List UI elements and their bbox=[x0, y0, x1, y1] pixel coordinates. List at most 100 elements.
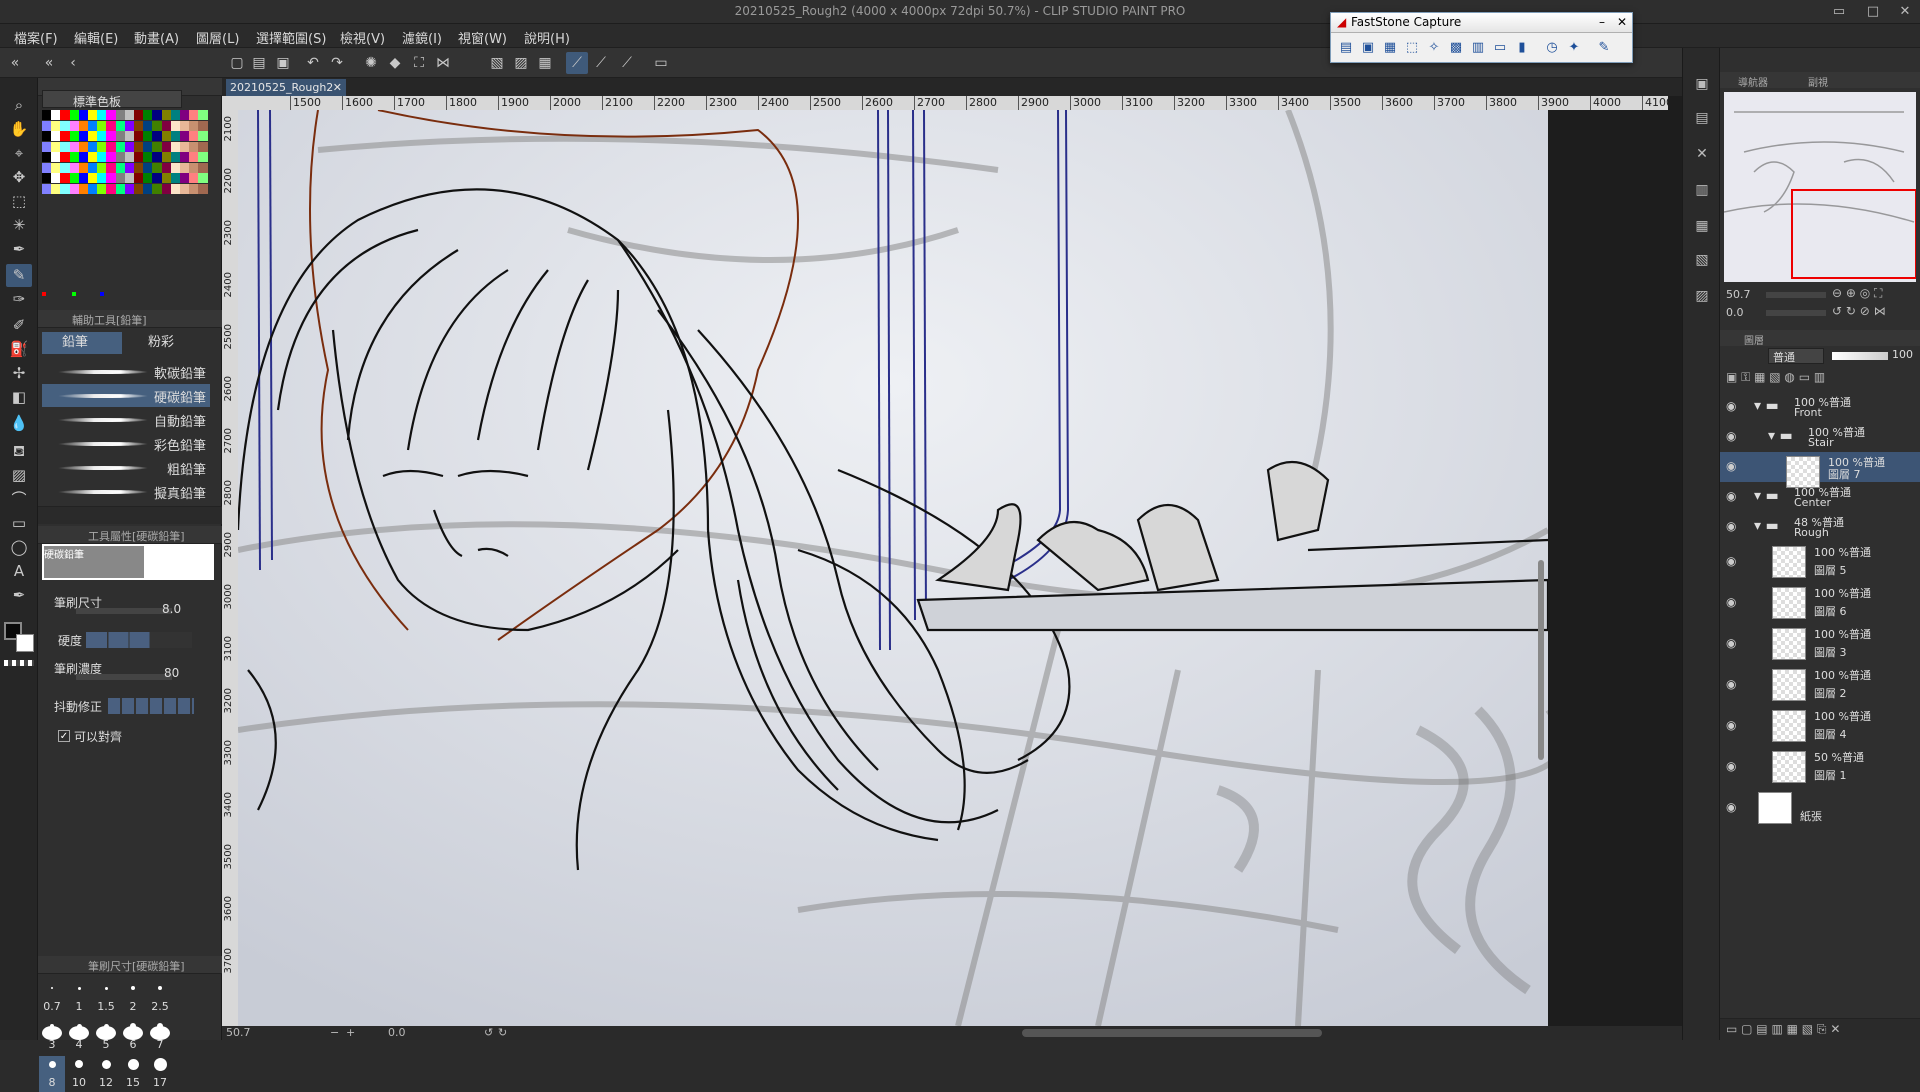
new-file-icon[interactable]: ▢ bbox=[226, 52, 248, 74]
visibility-eye-icon[interactable]: ◉ bbox=[1726, 636, 1736, 650]
color-swatch-grid[interactable] bbox=[42, 110, 212, 234]
close-button[interactable]: ✕ bbox=[1894, 2, 1916, 22]
output-icon[interactable]: ✦ bbox=[1565, 39, 1583, 57]
navigator-angle-slider[interactable] bbox=[1766, 310, 1826, 316]
gradient-icon[interactable]: ▨ bbox=[6, 464, 32, 487]
transform-icon[interactable]: ⛶ bbox=[408, 52, 430, 74]
layer-row[interactable]: ◉ 100 %普通 圖層 3 bbox=[1720, 624, 1920, 664]
menu-selection[interactable]: 選擇範圍(S) bbox=[256, 28, 326, 47]
redo-icon[interactable]: ↷ bbox=[326, 52, 348, 74]
rotate-controls-icon[interactable]: ↺ ↻ ⊘ ⋈ bbox=[1832, 304, 1886, 318]
rotation-value[interactable]: 0.0 bbox=[388, 1026, 406, 1039]
tab-subview[interactable]: 副視 bbox=[1808, 74, 1828, 89]
back-icon[interactable]: ‹ bbox=[62, 52, 84, 74]
menu-help[interactable]: 說明(H) bbox=[524, 28, 570, 47]
density-value[interactable]: 80 bbox=[164, 666, 179, 680]
menu-window[interactable]: 視窗(W) bbox=[458, 28, 507, 47]
layer-row[interactable]: ◉ 100 %普通 圖層 6 bbox=[1720, 583, 1920, 623]
snap-ruler-icon[interactable]: ⟋ bbox=[566, 52, 588, 74]
faststone-capture-window[interactable]: ◢ FastStone Capture – ✕ ▤ ▣ ▦ ⬚ ✧ ▩ ▥ ▭ … bbox=[1330, 12, 1633, 63]
zoom-out-icon[interactable]: − bbox=[330, 1026, 339, 1039]
brush-size-dot-large[interactable] bbox=[96, 1026, 116, 1040]
folder-icon[interactable]: ▾ ▬ bbox=[1754, 488, 1779, 504]
color-swatch[interactable] bbox=[198, 141, 209, 152]
brush-size-dot-large[interactable] bbox=[42, 1026, 62, 1040]
brush-item[interactable]: 自動鉛筆 bbox=[42, 408, 210, 431]
visibility-eye-icon[interactable]: ◉ bbox=[1726, 759, 1736, 773]
brush-item[interactable]: 粗鉛筆 bbox=[42, 456, 210, 479]
clear-icon[interactable]: ◆ bbox=[384, 52, 406, 74]
settings-icon[interactable]: ✎ bbox=[1595, 39, 1613, 57]
pen-tool-icon[interactable]: ✑ bbox=[6, 288, 32, 311]
brush-size-preset[interactable]: 1.5 bbox=[93, 980, 119, 1016]
layer-row[interactable]: ◉ 100 %普通 圖層 7 bbox=[1720, 452, 1920, 488]
tab-layer[interactable]: 圖層 bbox=[1744, 332, 1764, 347]
zoom-value[interactable]: 50.7 bbox=[226, 1026, 251, 1039]
open-file-icon[interactable]: ▤ bbox=[248, 52, 270, 74]
zoom-tool-icon[interactable]: ⌕ bbox=[6, 94, 32, 117]
brush-size-dot-large[interactable] bbox=[123, 1026, 143, 1040]
menu-view[interactable]: 檢視(V) bbox=[340, 28, 385, 47]
layer-row[interactable]: ◉ 100 %普通 圖層 4 bbox=[1720, 706, 1920, 746]
capture-freehand-icon[interactable]: ✧ bbox=[1425, 39, 1443, 57]
capture-full-icon[interactable]: ▩ bbox=[1447, 39, 1465, 57]
selection-tool-icon[interactable]: ⬚ bbox=[6, 190, 32, 213]
visibility-eye-icon[interactable]: ◉ bbox=[1726, 554, 1736, 568]
color-swatch[interactable] bbox=[198, 120, 209, 131]
visibility-eye-icon[interactable]: ◉ bbox=[1726, 800, 1736, 814]
transparent-color-icon[interactable] bbox=[4, 660, 34, 666]
layer-row[interactable]: ◉ 100 %普通 圖層 2 bbox=[1720, 665, 1920, 705]
brush-size-preset[interactable]: 17 bbox=[147, 1056, 173, 1092]
tab-pastel[interactable]: 粉彩 bbox=[128, 332, 208, 354]
collapse-left-icon[interactable]: « bbox=[38, 52, 60, 74]
faststone-close-button[interactable]: ✕ bbox=[1617, 15, 1627, 29]
visibility-eye-icon[interactable]: ◉ bbox=[1726, 399, 1736, 413]
opacity-slider[interactable] bbox=[1832, 352, 1888, 360]
layer-folder[interactable]: ◉ ▾ ▬ 100 %普通 Front bbox=[1720, 392, 1920, 422]
color-swatch[interactable] bbox=[198, 131, 209, 141]
folder-icon[interactable]: ▾ ▬ bbox=[1754, 518, 1779, 534]
item-bank-icon[interactable]: ▨ bbox=[1690, 284, 1714, 308]
minimize-button[interactable]: ▭ bbox=[1828, 2, 1850, 22]
color-swatch[interactable] bbox=[198, 152, 209, 162]
sub-color-icon[interactable] bbox=[16, 634, 34, 652]
loading-icon[interactable]: ✺ bbox=[360, 52, 382, 74]
close-panel-icon[interactable]: ✕ bbox=[1690, 142, 1714, 166]
eraser-icon[interactable]: ◧ bbox=[6, 386, 32, 409]
brush-item[interactable]: 彩色鉛筆 bbox=[42, 432, 210, 455]
brush-size-preset[interactable]: 2 bbox=[120, 980, 146, 1016]
visibility-eye-icon[interactable]: ◉ bbox=[1726, 677, 1736, 691]
stabilize-slider[interactable] bbox=[108, 698, 194, 714]
navigator-thumbnail[interactable] bbox=[1724, 92, 1916, 282]
layer-row[interactable]: ◉ 50 %普通 圖層 1 bbox=[1720, 747, 1920, 787]
correct-line-icon[interactable]: ✒ bbox=[6, 584, 32, 607]
faststone-minimize-button[interactable]: – bbox=[1599, 15, 1605, 29]
undo-icon[interactable]: ↶ bbox=[302, 52, 324, 74]
sub-view-icon[interactable]: ▤ bbox=[1690, 106, 1714, 130]
folder-icon[interactable]: ▾ ▬ bbox=[1754, 398, 1779, 414]
visibility-eye-icon[interactable]: ◉ bbox=[1726, 429, 1736, 443]
select-clear-icon[interactable]: ▨ bbox=[510, 52, 532, 74]
eyedropper-icon[interactable]: ✒ bbox=[6, 238, 32, 261]
save-icon[interactable]: ▣ bbox=[272, 52, 294, 74]
layer-footer-icons[interactable]: ▭ ▢ ▤ ▥ ▦ ▧ ⎘ ✕ bbox=[1726, 1022, 1840, 1036]
open-icon[interactable]: ▤ bbox=[1337, 39, 1355, 57]
zoom-in-icon[interactable]: + bbox=[346, 1026, 355, 1039]
snap-checkbox[interactable]: ✓ bbox=[58, 730, 70, 742]
color-set-select[interactable]: 標準色板 bbox=[42, 90, 182, 109]
pencil-tool-icon[interactable]: ✎ bbox=[6, 264, 32, 287]
brush-size-preset[interactable]: 0.7 bbox=[39, 980, 65, 1016]
move-tool-icon[interactable]: ✥ bbox=[6, 166, 32, 189]
select-show-icon[interactable]: ▦ bbox=[534, 52, 556, 74]
select-invert-icon[interactable]: ▧ bbox=[486, 52, 508, 74]
magic-wand-icon[interactable]: ✳ bbox=[6, 214, 32, 237]
visibility-eye-icon[interactable]: ◉ bbox=[1726, 519, 1736, 533]
workspace-icon[interactable]: ▭ bbox=[650, 52, 672, 74]
visibility-eye-icon[interactable]: ◉ bbox=[1726, 489, 1736, 503]
document-tab[interactable]: 20210525_Rough2 ✕ bbox=[226, 79, 346, 96]
rotate-right-icon[interactable]: ↻ bbox=[498, 1026, 507, 1039]
balloon-icon[interactable]: ◯ bbox=[6, 536, 32, 559]
brush-size-preset[interactable]: 1 bbox=[66, 980, 92, 1016]
brush-size-preset[interactable]: 2.5 bbox=[147, 980, 173, 1016]
density-slider[interactable] bbox=[76, 674, 172, 680]
